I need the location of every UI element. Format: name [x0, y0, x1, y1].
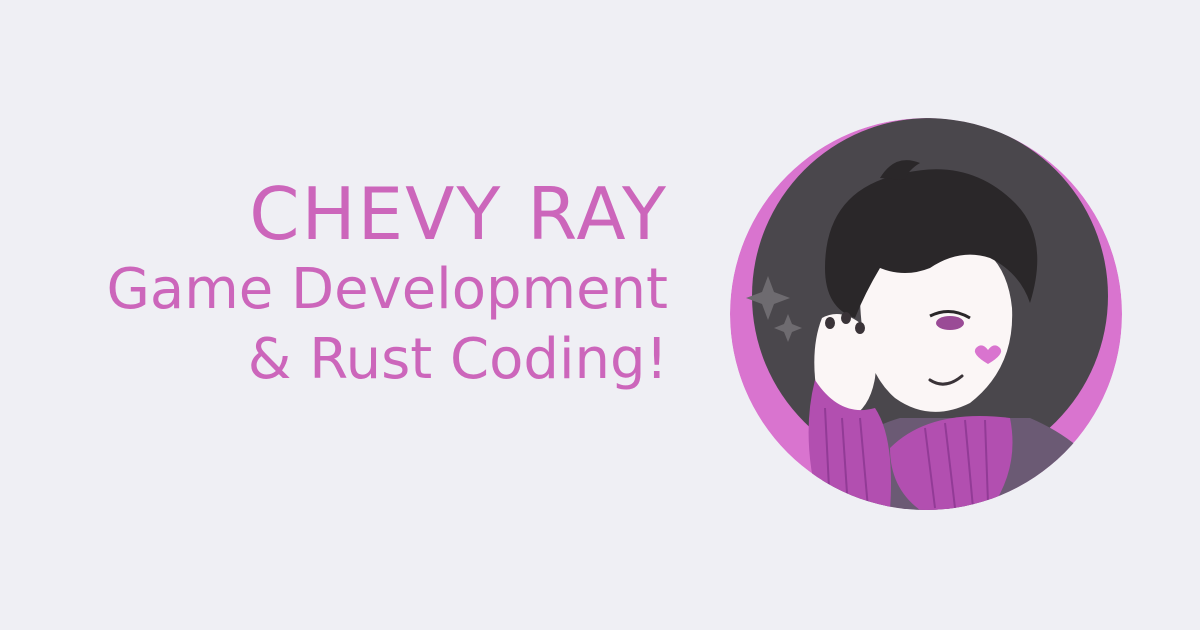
banner-subtitle-line-2: & Rust Coding!	[247, 327, 668, 392]
banner-title: CHEVY RAY	[249, 172, 668, 256]
avatar-eye	[936, 316, 964, 330]
avatar-portrait-icon	[730, 118, 1122, 510]
banner-text: CHEVY RAY Game Development & Rust Coding…	[106, 178, 668, 402]
banner-subtitle-line-1: Game Development	[106, 257, 668, 322]
